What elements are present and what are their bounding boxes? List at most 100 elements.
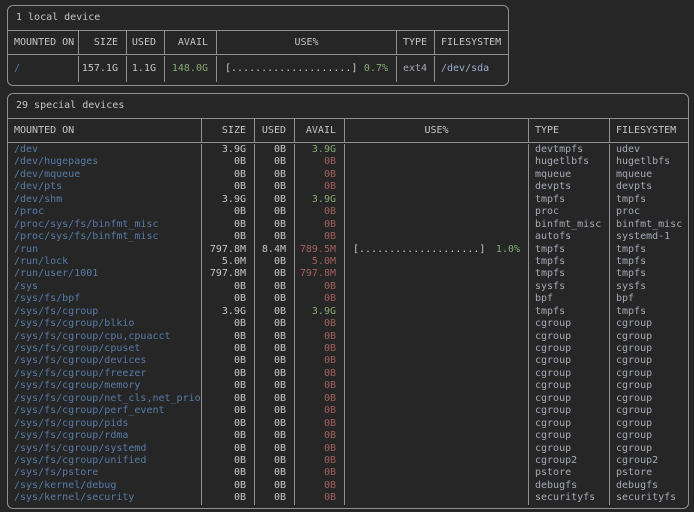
cell-avail: 0B xyxy=(294,455,344,467)
cell-size: 0B xyxy=(201,169,254,181)
cell-type: autofs xyxy=(528,231,609,243)
cell-type: binfmt_misc xyxy=(528,219,609,231)
cell-use-percent xyxy=(344,281,528,293)
cell-use-percent xyxy=(344,430,528,442)
cell-size: 157.1G xyxy=(78,56,126,82)
cell-used: 0B xyxy=(254,430,294,442)
cell-use-percent xyxy=(344,443,528,455)
table-row: /sys/fs/pstore 0B 0B 0B pstore pstore xyxy=(8,467,688,479)
cell-mounted-on: /sys/fs/cgroup/cpu,cpuacct xyxy=(8,331,201,343)
cell-filesystem: cgroup xyxy=(609,318,688,330)
table-row: /sys/fs/cgroup/cpu,cpuacct 0B 0B 0B cgro… xyxy=(8,331,688,343)
cell-use-percent xyxy=(344,455,528,467)
cell-avail: 789.5M xyxy=(294,244,344,256)
cell-type: debugfs xyxy=(528,480,609,492)
cell-filesystem: cgroup xyxy=(609,405,688,417)
usage-percent-value: 0.7% xyxy=(364,56,388,82)
cell-filesystem: cgroup xyxy=(609,380,688,392)
cell-filesystem: hugetlbfs xyxy=(609,156,688,168)
cell-used: 0B xyxy=(254,194,294,206)
cell-filesystem: debugfs xyxy=(609,480,688,492)
cell-used: 0B xyxy=(254,293,294,305)
cell-used: 0B xyxy=(254,418,294,430)
column-header-filesystem: FILESYSTEM xyxy=(434,31,508,54)
cell-mounted-on: /run xyxy=(8,244,201,256)
cell-type: cgroup xyxy=(528,331,609,343)
cell-used: 0B xyxy=(254,368,294,380)
cell-mounted-on: /sys xyxy=(8,281,201,293)
cell-use-percent xyxy=(344,169,528,181)
table-row: /dev 3.9G 0B 3.9G devtmpfs udev xyxy=(8,144,688,156)
cell-size: 0B xyxy=(201,405,254,417)
cell-used: 0B xyxy=(254,405,294,417)
cell-mounted-on: /sys/fs/bpf xyxy=(8,293,201,305)
cell-type: devpts xyxy=(528,181,609,193)
cell-size: 0B xyxy=(201,181,254,193)
cell-used: 0B xyxy=(254,281,294,293)
cell-mounted-on: /run/lock xyxy=(8,256,201,268)
table-row: /sys/fs/cgroup/net_cls,net_prio 0B 0B 0B… xyxy=(8,393,688,405)
table-row: /proc/sys/fs/binfmt_misc 0B 0B 0B binfmt… xyxy=(8,219,688,231)
cell-type: cgroup xyxy=(528,393,609,405)
cell-mounted-on: /sys/fs/cgroup/net_cls,net_prio xyxy=(8,393,201,405)
cell-size: 0B xyxy=(201,368,254,380)
cell-used: 0B xyxy=(254,156,294,168)
cell-mounted-on: /proc/sys/fs/binfmt_misc xyxy=(8,219,201,231)
cell-type: cgroup xyxy=(528,405,609,417)
cell-use-percent xyxy=(344,393,528,405)
column-header-size: SIZE xyxy=(201,119,254,142)
cell-use-percent xyxy=(344,219,528,231)
cell-filesystem: cgroup xyxy=(609,418,688,430)
special-devices-table: 29 special devices MOUNTED ON SIZE USED … xyxy=(7,93,689,509)
cell-use-percent xyxy=(344,368,528,380)
table-row: /sys/fs/cgroup/freezer 0B 0B 0B cgroup c… xyxy=(8,368,688,380)
cell-used: 0B xyxy=(254,206,294,218)
usage-percent-value: 1.0% xyxy=(496,244,520,256)
table-row: /proc/sys/fs/binfmt_misc 0B 0B 0B autofs… xyxy=(8,231,688,243)
cell-use-percent xyxy=(344,405,528,417)
cell-use-percent xyxy=(344,293,528,305)
cell-filesystem: cgroup xyxy=(609,355,688,367)
table-row: /sys/fs/cgroup 3.9G 0B 3.9G tmpfs tmpfs xyxy=(8,306,688,318)
cell-type: tmpfs xyxy=(528,256,609,268)
cell-mounted-on: /sys/fs/cgroup/unified xyxy=(8,455,201,467)
cell-use-percent xyxy=(344,144,528,156)
cell-size: 0B xyxy=(201,281,254,293)
cell-filesystem: tmpfs xyxy=(609,256,688,268)
cell-type: bpf xyxy=(528,293,609,305)
cell-filesystem: devpts xyxy=(609,181,688,193)
cell-size: 0B xyxy=(201,331,254,343)
cell-size: 0B xyxy=(201,418,254,430)
cell-mounted-on: /sys/fs/cgroup/systemd xyxy=(8,443,201,455)
column-header-avail: AVAIL xyxy=(294,119,344,142)
cell-size: 0B xyxy=(201,219,254,231)
cell-size: 797.8M xyxy=(201,268,254,280)
cell-used: 0B xyxy=(254,331,294,343)
cell-mounted-on: /run/user/1001 xyxy=(8,268,201,280)
cell-use-percent xyxy=(344,331,528,343)
cell-use-percent xyxy=(344,156,528,168)
cell-mounted-on: /sys/fs/cgroup/pids xyxy=(8,418,201,430)
cell-used: 0B xyxy=(254,306,294,318)
cell-filesystem: udev xyxy=(609,144,688,156)
cell-avail: 0B xyxy=(294,480,344,492)
cell-filesystem: cgroup xyxy=(609,331,688,343)
table-row: / 157.1G 1.1G 148.0G [..................… xyxy=(8,56,508,82)
cell-mounted-on: / xyxy=(8,56,78,82)
cell-size: 3.9G xyxy=(201,306,254,318)
cell-type: proc xyxy=(528,206,609,218)
cell-type: securityfs xyxy=(528,492,609,504)
table-row: /sys/fs/cgroup/memory 0B 0B 0B cgroup cg… xyxy=(8,380,688,392)
table-row: /run/lock 5.0M 0B 5.0M tmpfs tmpfs xyxy=(8,256,688,268)
cell-type: cgroup xyxy=(528,418,609,430)
table-row: /sys/fs/cgroup/unified 0B 0B 0B cgroup2 … xyxy=(8,455,688,467)
cell-mounted-on: /dev/shm xyxy=(8,194,201,206)
cell-use-percent xyxy=(344,467,528,479)
table-row: /sys/kernel/security 0B 0B 0B securityfs… xyxy=(8,492,688,504)
cell-used: 0B xyxy=(254,268,294,280)
table-row: /run 797.8M 8.4M 789.5M [...............… xyxy=(8,244,688,256)
cell-type: cgroup2 xyxy=(528,455,609,467)
cell-filesystem: bpf xyxy=(609,293,688,305)
cell-type: cgroup xyxy=(528,318,609,330)
cell-size: 0B xyxy=(201,380,254,392)
